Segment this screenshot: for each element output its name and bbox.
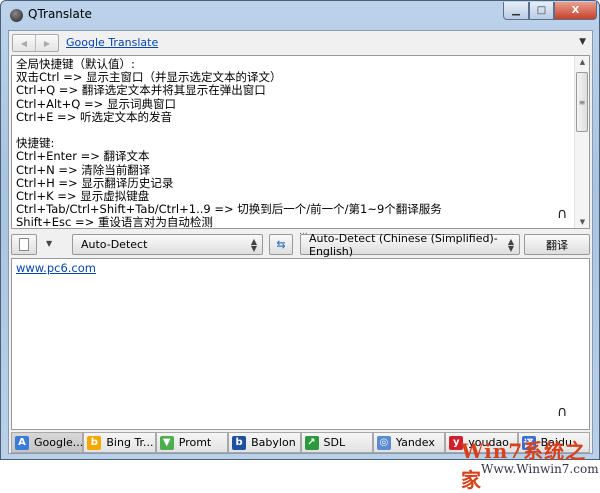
service-tab-label: Yandex <box>395 436 435 449</box>
maximize-button[interactable]: □ <box>529 2 554 20</box>
output-line: Ctrl+E => 听选定文本的发音 <box>16 109 172 124</box>
service-tab[interactable]: 译 Baidu <box>517 432 590 453</box>
service-icon: b <box>87 435 102 450</box>
minimize-button[interactable]: ▁ <box>503 2 529 20</box>
output-line: Ctrl+Q => 翻译选定文本并将其显示在弹出窗口 <box>16 83 266 98</box>
new-document-button[interactable] <box>11 234 37 255</box>
history-nav: ◀ ▶ <box>12 34 59 52</box>
document-icon <box>19 238 29 251</box>
output-line: Ctrl+Enter => 翻译文本 <box>16 149 150 164</box>
service-icon: y <box>449 435 464 450</box>
headphones-icon[interactable]: ∩ <box>557 206 567 222</box>
service-tab[interactable]: y youdao <box>445 432 518 453</box>
scroll-up-icon[interactable]: ▲ <box>575 58 589 66</box>
source-text-value: www.pc6.com <box>16 261 96 275</box>
forward-button[interactable]: ▶ <box>36 35 58 51</box>
qtranslate-window: QTranslate ▁ □ X ◀ ▶ Google Translate ▼ … <box>0 0 600 492</box>
service-icon: 译 <box>521 435 536 450</box>
scroll-down-icon[interactable]: ▼ <box>575 218 589 226</box>
service-icon: ◎ <box>376 435 391 450</box>
target-language-value: Auto-Detect (Chinese (Simplified)-Englis… <box>309 231 498 258</box>
scroll-thumb[interactable]: ≡ <box>576 72 588 132</box>
output-line: Shift+Esc => 重设语言对为自动检测 <box>16 215 213 229</box>
headphones-icon[interactable]: ∩ <box>557 404 567 420</box>
service-tab-label: Babylon <box>251 436 296 449</box>
service-tab-label: Baidu <box>540 436 572 449</box>
service-link[interactable]: Google Translate <box>66 36 158 49</box>
service-tabs: A Google... b Bing Tr... ▼ Promt b Babylon ↗ SDL ◎… <box>11 432 590 453</box>
output-line: Ctrl+Alt+Q => 显示词典窗口 <box>16 96 176 111</box>
translation-output[interactable]: 全局快捷键（默认值）: 双击Ctrl => 显示主窗口（并显示选定文本的译文） Ct… <box>11 55 590 229</box>
window-title: QTranslate <box>28 7 92 21</box>
language-bar: ... ▼ Auto-Detect ▲ ▼ ⇆ Auto-Detect (Chine… <box>9 227 592 258</box>
output-line: Ctrl+N => 清除当前翻译 <box>16 162 151 177</box>
service-tab[interactable]: ◎ Yandex <box>372 432 446 453</box>
service-tab[interactable]: A Google... <box>11 432 84 453</box>
service-icon: b <box>232 435 247 450</box>
service-tab-label: Bing Tr... <box>106 436 154 449</box>
app-icon <box>10 9 23 22</box>
options-dropdown-icon[interactable]: ▼ <box>46 239 52 248</box>
service-icon: ↗ <box>304 435 319 450</box>
output-scrollbar[interactable]: ▲ ≡ ▼ <box>574 56 589 228</box>
title-bar[interactable]: QTranslate ▁ □ X <box>1 1 599 29</box>
service-tab[interactable]: b Bing Tr... <box>83 432 156 453</box>
back-button[interactable]: ◀ <box>13 35 36 51</box>
service-tab-label: Promt <box>178 436 212 449</box>
service-tab-label: youdao <box>468 436 509 449</box>
translate-button[interactable]: 翻译 <box>524 234 590 255</box>
service-tab-label: Google... <box>34 436 84 449</box>
service-tab[interactable]: b Babylon <box>228 432 301 453</box>
source-language-select[interactable]: Auto-Detect ▲ ▼ <box>72 234 263 255</box>
service-tab-label: SDL <box>323 436 346 449</box>
source-language-value: Auto-Detect <box>81 238 148 251</box>
menu-dropdown-icon[interactable]: ▼ <box>579 37 586 47</box>
source-text-input[interactable]: www.pc6.com ∩ <box>11 258 590 430</box>
swap-languages-button[interactable]: ⇆ <box>269 234 293 255</box>
service-tab[interactable]: ↗ SDL <box>300 432 373 453</box>
service-icon: A <box>15 435 29 450</box>
client-area: ◀ ▶ Google Translate ▼ 全局快捷键（默认值）: 双击Ctrl… <box>8 30 599 492</box>
service-icon: ▼ <box>159 435 174 450</box>
output-text: 全局快捷键（默认值）: 双击Ctrl => 显示主窗口（并显示选定文本的译文） Ct… <box>16 57 442 229</box>
target-language-select[interactable]: Auto-Detect (Chinese (Simplified)-Englis… <box>300 231 520 258</box>
close-button[interactable]: X <box>554 2 597 20</box>
service-tab[interactable]: ▼ Promt <box>155 432 229 453</box>
